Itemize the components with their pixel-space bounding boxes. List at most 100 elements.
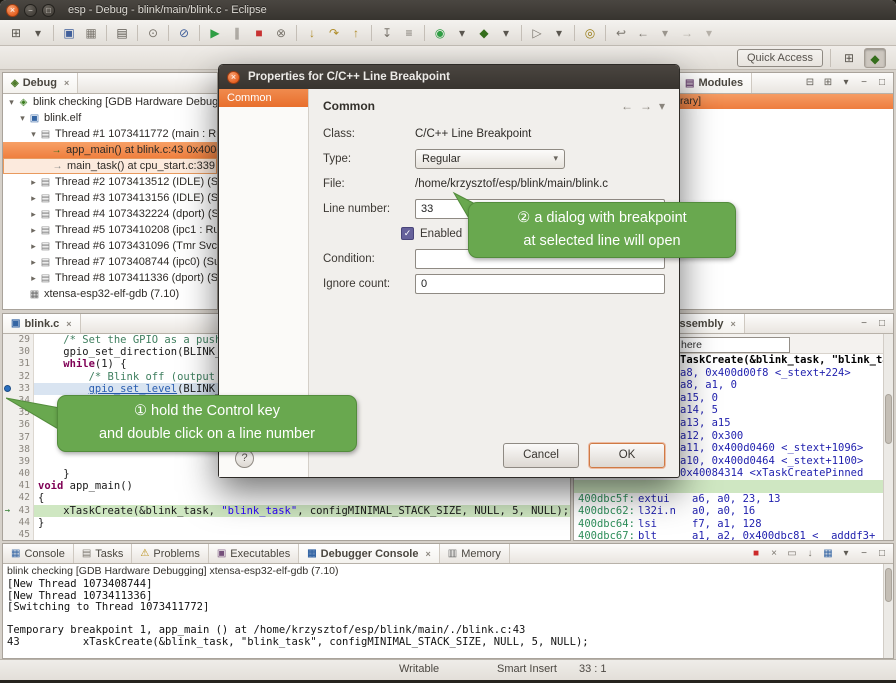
maximize-icon[interactable]: □ xyxy=(874,75,890,91)
close-icon[interactable]: × xyxy=(425,549,430,559)
step-into-icon[interactable]: ↓ xyxy=(302,23,322,43)
maximize-icon[interactable]: □ xyxy=(874,546,890,562)
tab-console[interactable]: ▦Console xyxy=(3,544,74,563)
code-text[interactable]: { xyxy=(34,492,570,504)
debug-tree-item[interactable]: ▸▤Thread #7 1073408744 (ipc0) (Susp xyxy=(3,254,217,270)
debug-tree-item[interactable]: ▾▣blink.elf xyxy=(3,110,217,126)
save-icon[interactable]: ▣ xyxy=(59,23,79,43)
debug-tree-item[interactable]: ▸▤Thread #4 1073432224 (dport) (Sus xyxy=(3,206,217,222)
quick-access-button[interactable]: Quick Access xyxy=(737,49,823,67)
window-minimize-button[interactable]: − xyxy=(24,4,37,17)
clear-console-icon[interactable]: ▭ xyxy=(784,546,800,562)
asm-line[interactable]: 400dbc62:l32i.na0, a0, 16 xyxy=(574,505,883,518)
resume-icon[interactable]: ▶ xyxy=(205,23,225,43)
tab-memory[interactable]: ▥Memory xyxy=(440,544,510,563)
expander-icon[interactable]: ▸ xyxy=(28,241,39,252)
maximize-icon[interactable]: □ xyxy=(874,316,890,332)
save-all-icon[interactable]: ▦ xyxy=(81,23,101,43)
line-number[interactable]: 44 xyxy=(12,517,34,529)
disconnect-icon[interactable]: ⊗ xyxy=(271,23,291,43)
debug-tree-item[interactable]: ▾▤Thread #1 1073411772 (main : Runn xyxy=(3,126,217,142)
debug-perspective-icon[interactable]: ◆ xyxy=(864,48,886,68)
tab-executables[interactable]: ▣Executables xyxy=(209,544,299,563)
expander-icon[interactable]: ▾ xyxy=(28,129,39,140)
new-wizard-icon[interactable]: ⊞ xyxy=(6,23,26,43)
code-text[interactable]: } xyxy=(34,517,570,529)
debug-dropdown-icon[interactable]: ▾ xyxy=(496,23,516,43)
line-number[interactable]: 43 xyxy=(12,505,34,517)
code-text[interactable] xyxy=(34,529,570,540)
line-number[interactable]: 32 xyxy=(12,371,34,383)
pin-console-icon[interactable]: ▦ xyxy=(820,546,836,562)
view-menu-icon[interactable]: ▾ xyxy=(659,99,665,113)
debug-icon[interactable]: ◆ xyxy=(474,23,494,43)
collapse-all-icon[interactable]: ⊟ xyxy=(802,75,818,91)
tab-tasks[interactable]: ▤Tasks xyxy=(74,544,133,563)
new-dropdown-icon[interactable]: ▾ xyxy=(28,23,48,43)
close-icon[interactable]: × xyxy=(730,319,735,329)
debug-tree-item[interactable]: ▸▤Thread #8 1073411336 (dport) (Sus xyxy=(3,270,217,286)
view-menu-icon[interactable]: ▾ xyxy=(838,75,854,91)
forward-dropdown-icon[interactable]: ▾ xyxy=(699,23,719,43)
forward-icon[interactable]: → xyxy=(640,99,652,113)
back-dropdown-icon[interactable]: ▾ xyxy=(655,23,675,43)
expander-icon[interactable]: ▾ xyxy=(6,97,17,108)
tab-modules[interactable]: ▤ Modules xyxy=(677,73,752,93)
scrollbar[interactable] xyxy=(883,564,893,658)
editor-line[interactable]: 41void app_main() xyxy=(3,480,570,492)
expander-icon[interactable]: ▸ xyxy=(28,177,39,188)
line-number[interactable]: 30 xyxy=(12,346,34,358)
sidebar-item-common[interactable]: Common xyxy=(219,89,308,107)
debug-tree-item[interactable]: ▦xtensa-esp32-elf-gdb (7.10) xyxy=(3,286,217,302)
scroll-lock-icon[interactable]: ↓ xyxy=(802,546,818,562)
debug-tree-item[interactable]: →main_task() at cpu_start.c:339 0x4 xyxy=(3,158,217,174)
back-icon[interactable]: ← xyxy=(621,99,633,113)
ignore-count-input[interactable] xyxy=(415,274,665,294)
tab-debugger-console[interactable]: ▦Debugger Console× xyxy=(299,544,440,563)
asm-line[interactable]: 400dbc64:lsif7, a1, 128 xyxy=(574,518,883,531)
editor-line[interactable]: 44} xyxy=(3,517,570,529)
minimize-icon[interactable]: − xyxy=(856,316,872,332)
editor-line[interactable]: 45 xyxy=(3,529,570,540)
search-icon[interactable]: ◎ xyxy=(580,23,600,43)
debug-tree-item[interactable]: →app_main() at blink.c:43 0x400db xyxy=(3,142,217,158)
tab-problems[interactable]: ⚠Problems xyxy=(132,544,208,563)
debug-tree-item[interactable]: ▸▤Thread #3 1073413156 (IDLE) (Susp xyxy=(3,190,217,206)
line-number[interactable]: 39 xyxy=(12,456,34,468)
run-dropdown-icon[interactable]: ▾ xyxy=(452,23,472,43)
scrollbar-thumb[interactable] xyxy=(885,568,892,602)
close-icon[interactable]: × xyxy=(66,319,71,329)
expander-icon[interactable]: ▸ xyxy=(28,273,39,284)
line-number[interactable]: 38 xyxy=(12,444,34,456)
expander-icon[interactable]: ▸ xyxy=(28,225,39,236)
open-perspective-icon[interactable]: ⊞ xyxy=(838,48,860,68)
step-over-icon[interactable]: ↷ xyxy=(324,23,344,43)
window-maximize-button[interactable]: □ xyxy=(42,4,55,17)
cancel-button[interactable]: Cancel xyxy=(503,443,579,468)
tab-blink-c[interactable]: ▣ blink.c × xyxy=(3,314,81,333)
line-number[interactable]: 42 xyxy=(12,492,34,504)
debug-tree-item[interactable]: ▸▤Thread #6 1073431096 (Tmr Svc) (S xyxy=(3,238,217,254)
tab-debug[interactable]: ◈ Debug × xyxy=(3,73,78,93)
line-number[interactable]: 40 xyxy=(12,468,34,480)
asm-line[interactable]: 400dbc67:blta1, a2, 0x400dbc81 <__adddf3… xyxy=(574,530,883,540)
debug-tree-item[interactable]: ▾◈blink checking [GDB Hardware Debug xyxy=(3,94,217,110)
last-edit-icon[interactable]: ↩ xyxy=(611,23,631,43)
terminate-icon[interactable]: ■ xyxy=(748,546,764,562)
code-text[interactable]: xTaskCreate(&blink_task, "blink_task", c… xyxy=(34,505,570,517)
editor-line[interactable]: 42{ xyxy=(3,492,570,504)
current-line-marker[interactable]: → xyxy=(3,505,12,517)
code-text[interactable]: void app_main() xyxy=(34,480,570,492)
scrollbar[interactable] xyxy=(883,334,893,540)
forward-icon[interactable]: → xyxy=(677,23,697,43)
instruction-stepping-icon[interactable]: ≡ xyxy=(399,23,419,43)
ok-button[interactable]: OK xyxy=(589,443,665,468)
type-select[interactable]: Regular▾ xyxy=(415,149,565,169)
step-return-icon[interactable]: ↑ xyxy=(346,23,366,43)
debug-tree-item[interactable]: ▸▤Thread #5 1073410208 (ipc1 : Runni xyxy=(3,222,217,238)
console-menu-icon[interactable]: ▾ xyxy=(838,546,854,562)
external-tools-dropdown-icon[interactable]: ▾ xyxy=(549,23,569,43)
minimize-icon[interactable]: − xyxy=(856,75,872,91)
debug-tree-item[interactable]: ▸▤Thread #2 1073413512 (IDLE) (Susp xyxy=(3,174,217,190)
expand-all-icon[interactable]: ⊞ xyxy=(820,75,836,91)
